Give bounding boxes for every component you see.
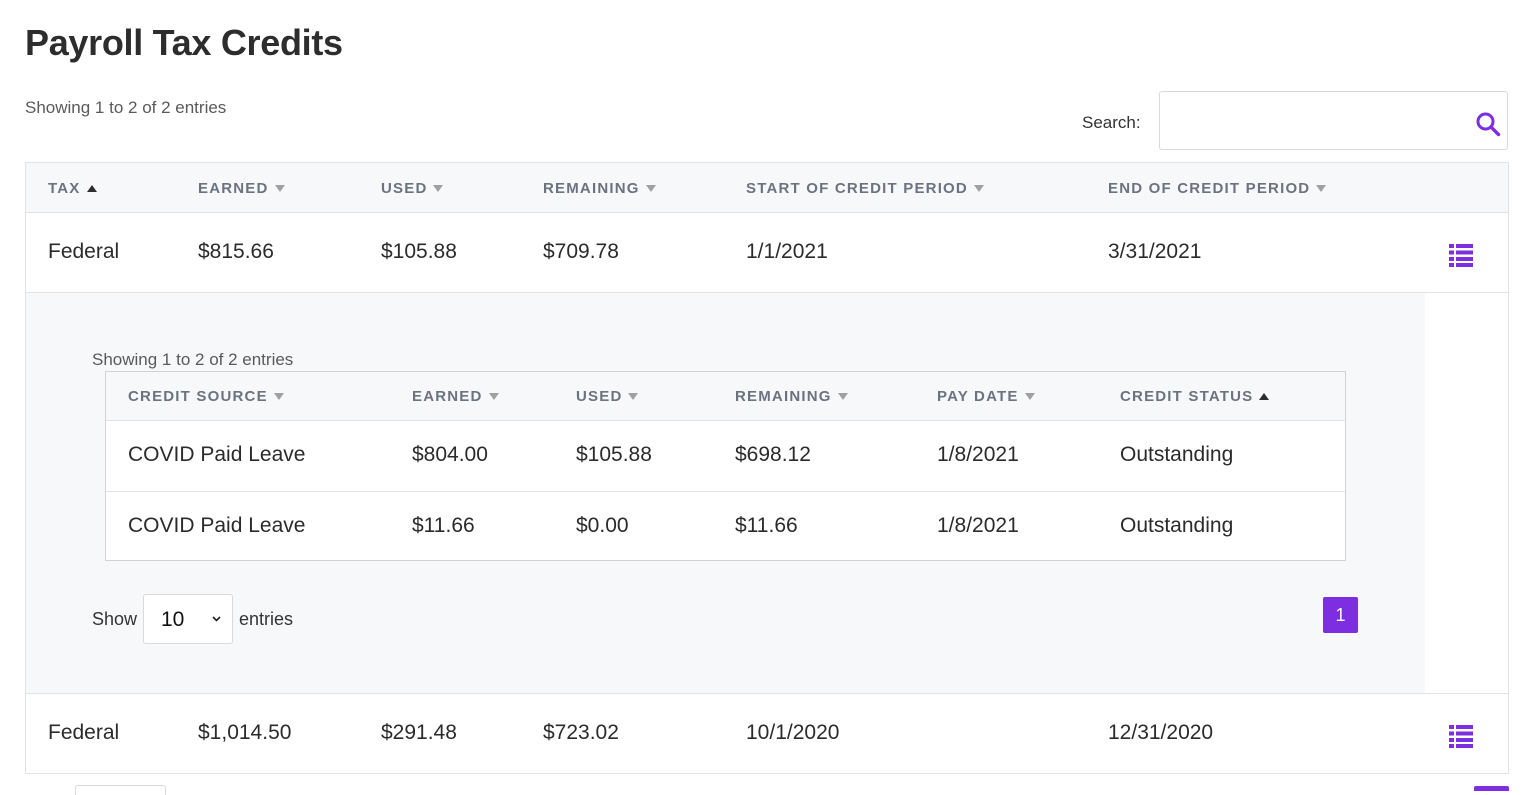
cell-earned: $11.66 (412, 514, 475, 537)
cell-credit-status: Outstanding (1120, 514, 1234, 537)
column-header-start-of-credit-period[interactable]: START OF CREDIT PERIOD (746, 180, 984, 197)
cell-start-date: 10/1/2020 (746, 721, 840, 744)
table-header: TAX EARNED USED REMAINING START OF CREDI… (26, 163, 1508, 213)
list-icon[interactable] (1449, 724, 1473, 748)
sort-icon (973, 184, 984, 192)
cell-tax: Federal (48, 240, 120, 263)
cell-used: $105.88 (381, 240, 457, 263)
sort-icon (433, 184, 444, 192)
pagination-page-button[interactable]: 1 (1323, 597, 1358, 633)
subtable-info: Showing 1 to 2 of 2 entries (92, 350, 294, 369)
cell-credit-source: COVID Paid Leave (128, 443, 306, 466)
sort-asc-icon (86, 184, 97, 192)
column-header-earned[interactable]: EARNED (412, 388, 499, 405)
cell-remaining: $723.02 (543, 721, 619, 744)
cell-credit-status: Outstanding (1120, 443, 1234, 466)
cell-used: $0.00 (576, 514, 629, 537)
sort-icon (837, 392, 848, 400)
list-icon[interactable] (1449, 243, 1473, 267)
table-row: Federal $815.66 $105.88 $709.78 1/1/2021… (26, 213, 1508, 293)
search-icon[interactable] (1475, 111, 1501, 137)
cell-remaining: $11.66 (735, 514, 798, 537)
table-info: Showing 1 to 2 of 2 entries (25, 98, 227, 117)
cell-credit-source: COVID Paid Leave (128, 514, 306, 537)
chevron-down-icon (212, 616, 221, 622)
cell-remaining: $698.12 (735, 443, 811, 466)
cell-earned: $815.66 (198, 240, 274, 263)
cell-tax: Federal (48, 721, 120, 744)
cell-remaining: $709.78 (543, 240, 619, 263)
column-header-remaining[interactable]: REMAINING (543, 180, 656, 197)
entries-per-page-select[interactable]: 10 (143, 594, 233, 644)
credit-detail-panel: Showing 1 to 2 of 2 entries CREDIT SOURC… (26, 293, 1425, 693)
table-row: Federal $1,014.50 $291.48 $723.02 10/1/2… (26, 693, 1508, 773)
column-header-earned[interactable]: EARNED (198, 180, 285, 197)
subtable-row: COVID Paid Leave $804.00 $105.88 $698.12… (106, 421, 1345, 491)
column-header-credit-source[interactable]: CREDIT SOURCE (128, 388, 284, 405)
cell-start-date: 1/1/2021 (746, 240, 828, 263)
entries-per-page-select[interactable] (75, 785, 166, 795)
subtable-header: CREDIT SOURCE EARNED USED REMAINING PAY … (106, 372, 1345, 421)
sort-icon (628, 392, 639, 400)
pagination-page-button[interactable] (1474, 786, 1509, 791)
page-title: Payroll Tax Credits (25, 22, 343, 63)
sort-icon (488, 392, 499, 400)
column-header-remaining[interactable]: REMAINING (735, 388, 848, 405)
cell-end-date: 3/31/2021 (1108, 240, 1202, 263)
sort-icon (1316, 184, 1327, 192)
subtable-row: COVID Paid Leave $11.66 $0.00 $11.66 1/8… (106, 491, 1345, 561)
sort-asc-icon (1259, 392, 1270, 400)
sort-icon (273, 392, 284, 400)
search-input[interactable] (1159, 91, 1508, 150)
entries-per-page-value: 10 (161, 608, 185, 631)
entries-label: entries (239, 609, 294, 629)
search-label: Search: (1082, 113, 1141, 132)
column-header-used[interactable]: USED (576, 388, 639, 405)
cell-used: $105.88 (576, 443, 652, 466)
cell-end-date: 12/31/2020 (1108, 721, 1214, 744)
column-header-pay-date[interactable]: PAY DATE (937, 388, 1035, 405)
sort-icon (645, 184, 656, 192)
cell-used: $291.48 (381, 721, 457, 744)
column-header-end-of-credit-period[interactable]: END OF CREDIT PERIOD (1108, 180, 1327, 197)
cell-pay-date: 1/8/2021 (937, 514, 1019, 537)
cell-earned: $1,014.50 (198, 721, 292, 744)
column-header-used[interactable]: USED (381, 180, 444, 197)
credit-source-table: CREDIT SOURCE EARNED USED REMAINING PAY … (105, 371, 1346, 561)
cell-pay-date: 1/8/2021 (937, 443, 1019, 466)
column-header-tax[interactable]: TAX (48, 180, 97, 197)
column-header-credit-status[interactable]: CREDIT STATUS (1120, 388, 1270, 405)
cell-earned: $804.00 (412, 443, 488, 466)
sort-icon (1024, 392, 1035, 400)
payroll-tax-credits-table: TAX EARNED USED REMAINING START OF CREDI… (25, 162, 1509, 774)
sort-icon (274, 184, 285, 192)
show-label: Show (92, 609, 138, 629)
